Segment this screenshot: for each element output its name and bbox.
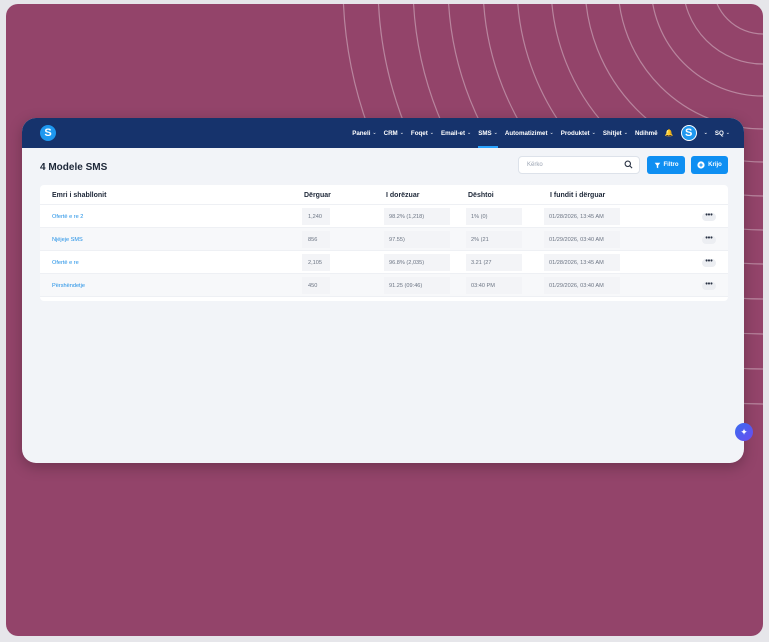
cell-last-sent: 01/29/2026, 03:40 AM	[549, 237, 604, 243]
table-row[interactable]: Njëjeje SMS 856 97.55) 2% (21 01/29/2026, 03…	[40, 228, 728, 251]
nav-item-label: Produktet	[560, 129, 590, 137]
cell-sent: 856	[308, 237, 318, 243]
cell-delivered: 98.2% (1,218)	[389, 214, 425, 220]
assistant-button[interactable]: ✦	[735, 423, 753, 441]
column-header-sent[interactable]: Dërguar	[304, 192, 331, 199]
cell-sent: 450	[308, 283, 318, 289]
table-row[interactable]: Ofertë e re 2,105 96.8% (2,035) 3.21 (27 01/…	[40, 251, 728, 274]
nav-item-paneli[interactable]: Paneli ⌄	[352, 118, 376, 148]
chevron-down-icon: ⌄	[591, 130, 596, 136]
sparkle-icon: ✦	[740, 426, 748, 437]
chevron-down-icon: ⌄	[399, 130, 404, 136]
column-header-name[interactable]: Emri i shabllonit	[52, 192, 106, 199]
bell-icon[interactable]: 🔔	[665, 129, 674, 138]
chevron-down-icon: ⌄	[372, 130, 377, 136]
nav-item-crm[interactable]: CRM ⌄	[384, 118, 404, 148]
language-label: SQ	[714, 129, 724, 137]
filter-label: Filtro	[663, 162, 679, 168]
app-window: S Paneli ⌄ CRM ⌄ Foqet ⌄ Email-et ⌄ SMS ⌄ Automati…	[22, 118, 744, 463]
chevron-down-icon: ⌄	[429, 130, 434, 136]
main-nav: Paneli ⌄ CRM ⌄ Foqet ⌄ Email-et ⌄ SMS ⌄ Automatizi…	[352, 118, 730, 148]
app-logo[interactable]: S	[40, 125, 56, 141]
create-label: Krijo	[708, 162, 722, 168]
cell-failed: 2% (21	[471, 237, 489, 243]
nav-item-ndihm-[interactable]: Ndihmë	[635, 118, 658, 148]
cell-sent: 2,105	[308, 260, 322, 266]
nav-item-email-et[interactable]: Email-et ⌄	[441, 118, 471, 148]
table-row[interactable]: Ofertë e re 2 1,240 98.2% (1,218) 1% (0) 01/…	[40, 205, 728, 228]
nav-item-label: Shitjet	[602, 129, 622, 137]
column-header-delivered[interactable]: I dorëzuar	[386, 192, 419, 199]
nav-item-label: CRM	[383, 129, 398, 137]
avatar[interactable]: S	[680, 125, 697, 141]
row-actions-button[interactable]: •••	[702, 235, 716, 244]
column-header-failed[interactable]: Dështoi	[468, 192, 494, 199]
search-icon[interactable]	[624, 160, 633, 169]
filter-icon	[654, 162, 660, 168]
row-actions-button[interactable]: •••	[702, 212, 716, 221]
search-placeholder: Kërko	[527, 162, 543, 168]
chevron-down-icon: ⌄	[467, 130, 472, 136]
nav-item-label: Ndihmë	[634, 129, 658, 137]
cell-name[interactable]: Përshëndetje	[52, 283, 85, 289]
nav-item-label: Email-et	[440, 129, 466, 137]
cell-last-sent: 01/28/2026, 13:45 AM	[549, 260, 604, 266]
table-row[interactable]: Përshëndetje 450 91.25 (09:46) 03:40 PM 01/2…	[40, 274, 728, 297]
nav-item-produktet[interactable]: Produktet ⌄	[561, 118, 596, 148]
chevron-down-icon: ⌄	[725, 130, 730, 136]
cell-name[interactable]: Njëjeje SMS	[52, 237, 83, 243]
chevron-down-icon: ⌄	[493, 130, 498, 136]
chevron-down-icon: ⌄	[623, 130, 628, 136]
cell-name[interactable]: Ofertë e re 2	[52, 214, 83, 220]
page-title: 4 Modele SMS	[40, 162, 108, 173]
language-selector[interactable]: SQ ⌄	[715, 118, 730, 148]
nav-item-automatizimet[interactable]: Automatizimet ⌄	[505, 118, 554, 148]
search-input[interactable]: Kërko	[518, 156, 640, 174]
cell-delivered: 97.55)	[389, 237, 405, 243]
cell-failed: 3.21 (27	[471, 260, 492, 266]
column-header-last-sent[interactable]: I fundit i dërguar	[550, 192, 605, 199]
nav-item-label: SMS	[478, 129, 492, 137]
create-button[interactable]: Krijo	[691, 156, 728, 174]
cell-failed: 1% (0)	[471, 214, 488, 220]
row-actions-button[interactable]: •••	[702, 281, 716, 290]
cell-delivered: 91.25 (09:46)	[389, 283, 423, 289]
cell-last-sent: 01/29/2026, 03:40 AM	[549, 283, 604, 289]
filter-button[interactable]: Filtro	[647, 156, 685, 174]
sms-templates-table: Emri i shabllonit Dërguar I dorëzuar Dës…	[40, 185, 728, 301]
cell-last-sent: 01/28/2026, 13:45 AM	[549, 214, 604, 220]
cell-failed: 03:40 PM	[471, 283, 495, 289]
nav-item-label: Automatizimet	[504, 129, 548, 137]
cell-delivered: 96.8% (2,035)	[389, 260, 425, 266]
top-navbar: S Paneli ⌄ CRM ⌄ Foqet ⌄ Email-et ⌄ SMS ⌄ Automati…	[22, 118, 744, 148]
nav-item-label: Foqet	[410, 129, 428, 137]
table-header: Emri i shabllonit Dërguar I dorëzuar Dës…	[40, 185, 728, 205]
plus-circle-icon	[697, 161, 705, 169]
nav-item-foqet[interactable]: Foqet ⌄	[411, 118, 434, 148]
chevron-down-icon: ⌄	[549, 130, 554, 136]
nav-item-shitjet[interactable]: Shitjet ⌄	[603, 118, 628, 148]
cell-name[interactable]: Ofertë e re	[52, 260, 79, 266]
nav-item-label: Paneli	[352, 129, 371, 137]
cell-sent: 1,240	[308, 214, 322, 220]
nav-item-sms[interactable]: SMS ⌄	[478, 118, 498, 148]
chevron-down-icon[interactable]: ⌄	[704, 130, 708, 136]
row-actions-button[interactable]: •••	[702, 258, 716, 267]
